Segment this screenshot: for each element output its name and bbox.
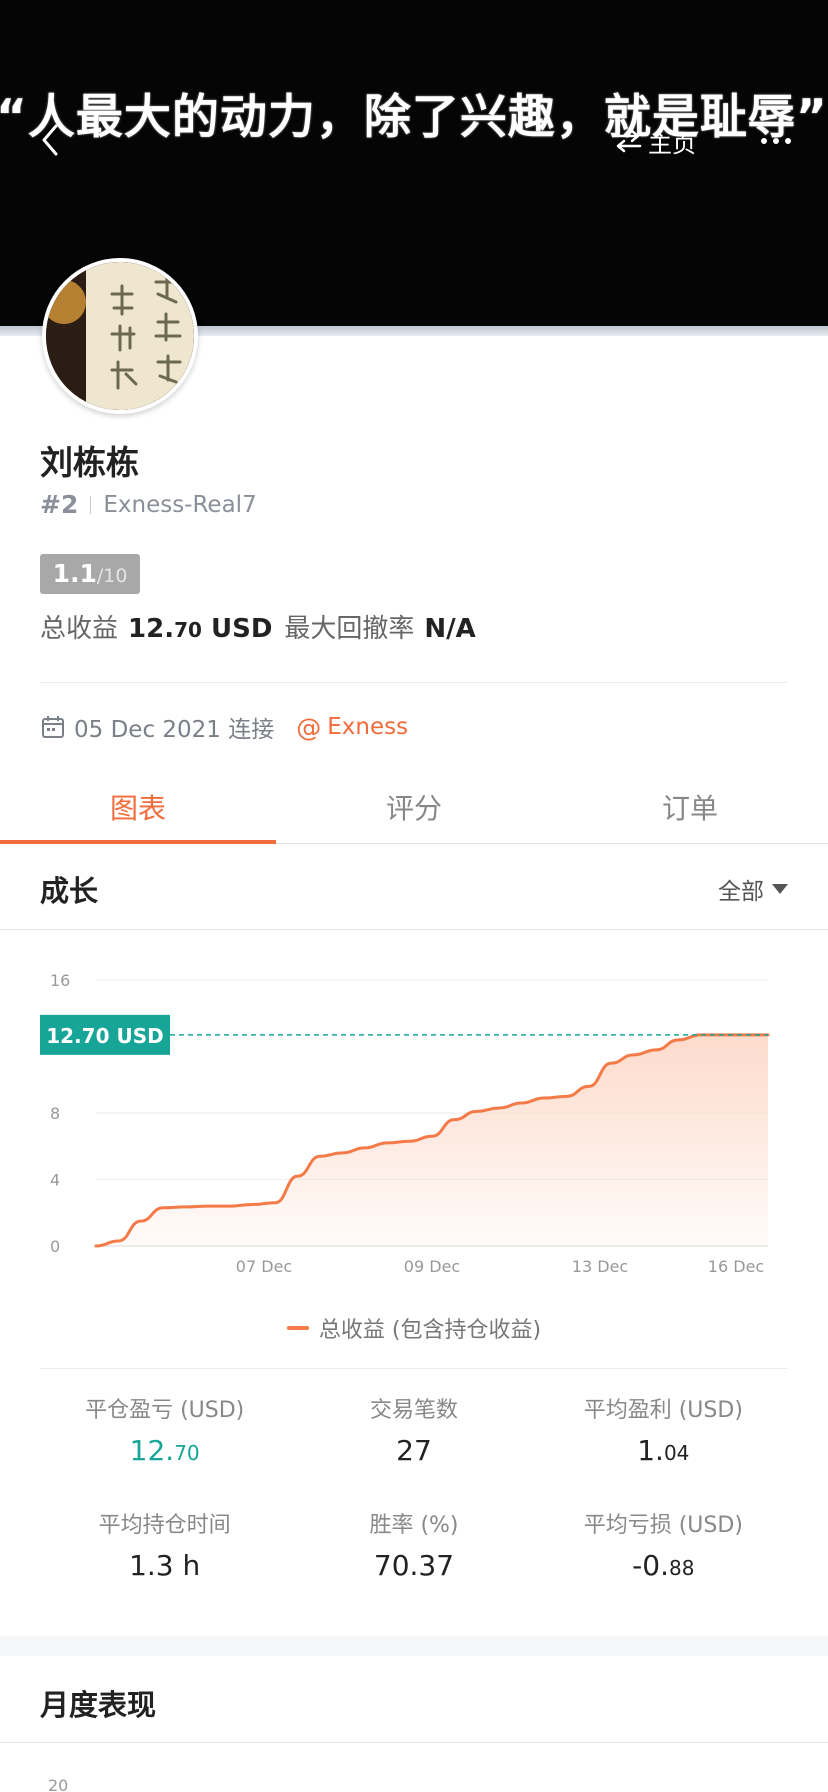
tab-rating[interactable]: 评分 <box>276 770 552 843</box>
stat-value-int: -0. <box>632 1549 669 1582</box>
y-tick-label: 8 <box>50 1104 60 1123</box>
stat-value-int: 1. <box>637 1434 664 1467</box>
max-drawdown-label: 最大回撤率 <box>284 614 415 644</box>
monthly-separator <box>0 1742 828 1743</box>
more-dots-icon <box>761 138 791 144</box>
stat-label: 平均亏损 (USD) <box>583 1513 743 1538</box>
stat-trade-count: 交易笔数 27 <box>289 1392 538 1467</box>
home-label: 主页 <box>648 129 696 158</box>
score-max: /10 <box>96 565 128 587</box>
connect-row: 05 Dec 2021 连接 @ Exness <box>40 710 408 744</box>
stat-value: -0.88 <box>539 1549 788 1582</box>
x-tick-label: 13 Dec <box>572 1257 628 1276</box>
stat-value: 1.3 h <box>40 1549 289 1582</box>
calligraphy-avatar-image <box>46 262 194 410</box>
back-button[interactable] <box>36 120 66 160</box>
rank-separator <box>90 495 92 514</box>
stat-value-int: 70.37 <box>373 1549 455 1582</box>
total-profit-unit: USD <box>210 614 273 644</box>
chevron-left-icon <box>42 124 58 156</box>
tab-bar: 图表 评分 订单 <box>0 770 828 844</box>
broker-name: Exness <box>327 714 409 740</box>
stat-value: 27 <box>289 1434 538 1467</box>
stat-value-dec: 04 <box>663 1441 690 1465</box>
legend-label: 总收益 (包含持仓收益) <box>318 1318 542 1343</box>
stat-value-dec: 88 <box>669 1556 695 1580</box>
connect-date: 05 Dec 2021 连接 <box>74 717 275 743</box>
stat-avg-profit: 平均盈利 (USD) 1.04 <box>539 1392 788 1467</box>
stat-value-dec: 70 <box>174 1441 200 1465</box>
current-value-label: 12.70 USD <box>46 1024 163 1048</box>
score-value: 1.1 <box>52 559 97 588</box>
more-options-button[interactable] <box>756 128 796 154</box>
stat-value-int: 27 <box>396 1434 432 1467</box>
stat-label: 交易笔数 <box>369 1398 458 1423</box>
home-button[interactable]: 主页 <box>614 124 696 158</box>
banner-quote: “人最大的动力，除了兴趣，就是耻辱” <box>0 90 828 145</box>
divider <box>40 1368 788 1369</box>
server-name: Exness-Real7 <box>103 491 257 518</box>
stat-value: 70.37 <box>289 1549 538 1582</box>
stat-label: 平均盈利 (USD) <box>583 1398 743 1423</box>
calendar-icon <box>42 716 64 738</box>
range-dropdown[interactable]: 全部 <box>718 872 788 906</box>
score-badge: 1.1 /10 <box>40 554 140 594</box>
tab-orders[interactable]: 订单 <box>552 770 828 843</box>
stat-label: 胜率 (%) <box>369 1513 459 1538</box>
at-icon: @ <box>296 712 322 742</box>
section-gap <box>0 1636 828 1656</box>
range-value: 全部 <box>718 879 764 905</box>
growth-chart: 16 8 4 0 07 Dec 09 Dec 13 Dec 16 Dec 12.70 USD <box>40 971 770 1276</box>
monthly-title: 月度表现 <box>40 1688 157 1722</box>
stat-value-int: 1.3 h <box>129 1549 201 1582</box>
rank-number: #2 <box>40 490 79 519</box>
growth-header: 成长 全部 <box>0 844 828 930</box>
chart-legend: 总收益 (包含持仓收益) <box>0 1312 828 1344</box>
y-tick-label: 16 <box>50 971 70 990</box>
stat-closed-pnl: 平仓盈亏 (USD) 12.70 <box>40 1392 289 1467</box>
rank-row: #2 Exness-Real7 <box>40 490 257 519</box>
stat-avg-loss: 平均亏损 (USD) -0.88 <box>539 1507 788 1582</box>
divider <box>40 682 788 683</box>
trader-name: 刘栋栋 <box>40 443 139 482</box>
broker-link[interactable]: @ Exness <box>296 713 408 742</box>
triangle-down-icon <box>772 884 788 894</box>
total-profit-dec: 70 <box>174 618 202 642</box>
max-drawdown-value: N/A <box>424 614 476 644</box>
summary-row: 总收益 12.70 USD 最大回撤率 N/A <box>40 608 488 645</box>
monthly-y-tick: 20 <box>48 1776 69 1792</box>
x-tick-label: 16 Dec <box>708 1257 764 1276</box>
stat-label: 平均持仓时间 <box>98 1513 231 1538</box>
stats-grid: 平仓盈亏 (USD) 12.70 交易笔数 27 平均盈利 (USD) 1.04… <box>40 1392 788 1582</box>
series-area <box>96 1034 768 1246</box>
switch-arrows-icon <box>614 129 642 153</box>
y-tick-label: 0 <box>50 1237 60 1256</box>
total-profit-int: 12. <box>128 614 175 644</box>
stat-win-rate: 胜率 (%) 70.37 <box>289 1507 538 1582</box>
growth-title: 成长 <box>40 874 99 908</box>
stat-value: 1.04 <box>539 1434 788 1467</box>
x-tick-label: 09 Dec <box>404 1257 460 1276</box>
stat-label: 平仓盈亏 (USD) <box>85 1398 245 1423</box>
avatar[interactable] <box>42 258 198 414</box>
legend-swatch <box>286 1326 309 1330</box>
x-tick-label: 07 Dec <box>236 1257 292 1276</box>
stat-value-int: 12. <box>129 1434 175 1467</box>
total-profit-value: 12.70 USD <box>128 614 272 644</box>
tab-chart[interactable]: 图表 <box>0 770 276 844</box>
stat-value: 12.70 <box>40 1434 289 1467</box>
stat-avg-hold-time: 平均持仓时间 1.3 h <box>40 1507 289 1582</box>
y-tick-label: 4 <box>50 1171 60 1190</box>
total-profit-label: 总收益 <box>40 614 119 644</box>
